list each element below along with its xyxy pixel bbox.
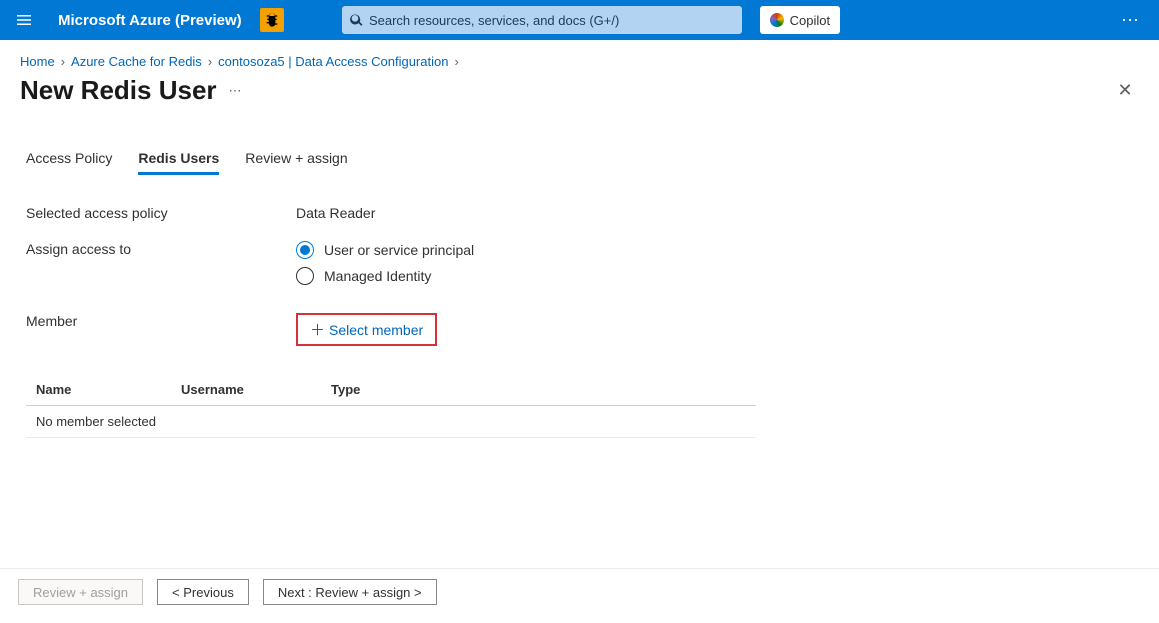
footer-bar: Review + assign < Previous Next : Review… <box>0 568 1159 605</box>
tab-redis-users[interactable]: Redis Users <box>138 150 219 175</box>
table-header-row: Name Username Type <box>26 374 756 406</box>
copilot-button[interactable]: Copilot <box>760 6 840 34</box>
breadcrumb-home[interactable]: Home <box>20 54 55 69</box>
close-icon[interactable]: ✕ <box>1111 77 1139 105</box>
title-row: New Redis User ⋯ ✕ <box>0 69 1159 106</box>
radio-icon <box>296 267 314 285</box>
search-icon <box>350 13 363 27</box>
assign-access-label: Assign access to <box>26 241 296 257</box>
previous-button[interactable]: < Previous <box>157 579 249 605</box>
col-username: Username <box>181 382 331 397</box>
tab-review-assign[interactable]: Review + assign <box>245 150 347 175</box>
copilot-label: Copilot <box>790 13 830 28</box>
col-type: Type <box>331 382 746 397</box>
radio-user-label: User or service principal <box>324 242 474 258</box>
select-member-button[interactable]: ＋ Select member <box>296 313 437 346</box>
breadcrumb-cache[interactable]: Azure Cache for Redis <box>71 54 202 69</box>
empty-message: No member selected <box>36 414 746 429</box>
breadcrumb: Home › Azure Cache for Redis › contosoza… <box>0 40 1159 69</box>
copilot-icon <box>770 13 784 27</box>
brand-label[interactable]: Microsoft Azure (Preview) <box>48 12 252 29</box>
search-input[interactable] <box>369 13 734 28</box>
radio-managed-label: Managed Identity <box>324 268 431 284</box>
select-member-label: Select member <box>329 322 423 338</box>
radio-user-principal[interactable]: User or service principal <box>296 241 474 259</box>
radio-managed-identity[interactable]: Managed Identity <box>296 267 474 285</box>
header-more-icon[interactable]: ⋯ <box>1111 10 1151 31</box>
title-more-icon[interactable]: ⋯ <box>229 83 244 99</box>
chevron-right-icon: › <box>454 54 458 69</box>
menu-icon[interactable] <box>8 4 40 36</box>
form-section: Selected access policy Data Reader Assig… <box>0 175 1159 346</box>
chevron-right-icon: › <box>61 54 65 69</box>
azure-top-header: Microsoft Azure (Preview) Copilot ⋯ <box>0 0 1159 40</box>
page-title: New Redis User <box>20 75 217 106</box>
selected-policy-label: Selected access policy <box>26 205 296 221</box>
review-assign-button: Review + assign <box>18 579 143 605</box>
radio-icon <box>296 241 314 259</box>
member-table: Name Username Type No member selected <box>26 374 756 438</box>
plus-icon: ＋ <box>310 319 325 340</box>
selected-policy-value: Data Reader <box>296 205 375 221</box>
breadcrumb-resource[interactable]: contosoza5 | Data Access Configuration <box>218 54 448 69</box>
chevron-right-icon: › <box>208 54 212 69</box>
preview-bug-icon[interactable] <box>260 8 284 32</box>
member-label: Member <box>26 313 296 329</box>
next-button[interactable]: Next : Review + assign > <box>263 579 437 605</box>
tab-access-policy[interactable]: Access Policy <box>26 150 112 175</box>
global-search[interactable] <box>342 6 742 34</box>
table-row-empty: No member selected <box>26 406 756 438</box>
tab-strip: Access Policy Redis Users Review + assig… <box>0 106 1159 175</box>
col-name: Name <box>36 382 181 397</box>
